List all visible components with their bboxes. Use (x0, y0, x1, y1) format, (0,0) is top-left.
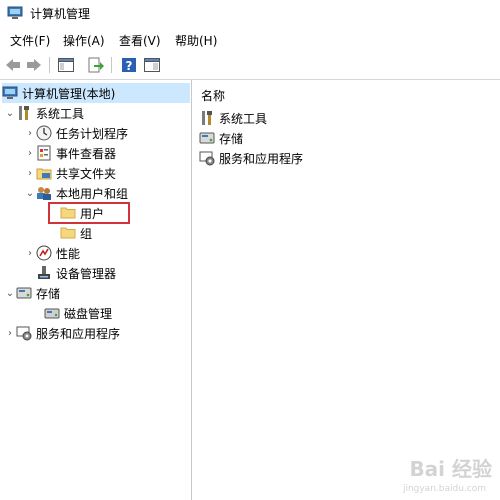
highlight-box (48, 202, 130, 224)
folder-icon (60, 227, 76, 239)
tree-item-local-users-groups[interactable]: ⌄ 本地用户和组 (24, 183, 128, 203)
tree-item-performance[interactable]: › 性能 (24, 243, 80, 263)
performance-icon (36, 245, 52, 261)
tree-item-task-scheduler[interactable]: › 任务计划程序 (24, 123, 128, 143)
event-viewer-icon (37, 145, 51, 161)
tree-item-label: 磁盘管理 (64, 306, 113, 321)
tree-item-label: 任务计划程序 (56, 126, 129, 141)
menu-action[interactable]: 操作(A) (63, 32, 105, 49)
chevron-down-icon[interactable]: ⌄ (4, 103, 16, 123)
tree-item-label: 服务和应用程序 (36, 326, 121, 341)
tree-item-services-apps[interactable]: › 服务和应用程序 (4, 323, 120, 343)
svg-text:?: ? (126, 59, 133, 73)
tree-item-event-viewer[interactable]: › 事件查看器 (24, 143, 116, 163)
list-item-system-tools[interactable]: 系统工具 (199, 108, 267, 128)
toolbar-separator (49, 57, 50, 73)
show-hide-tree-button[interactable] (56, 55, 76, 75)
storage-icon (16, 287, 32, 299)
watermark: Bai 经验 (409, 457, 492, 481)
tools-icon (19, 106, 29, 120)
show-hide-tree-icon (58, 58, 74, 72)
help-button[interactable]: ? (119, 55, 139, 75)
shared-folder-icon (36, 168, 52, 180)
device-manager-icon (38, 266, 50, 279)
tree-item-storage[interactable]: ⌄ 存储 (4, 283, 60, 303)
tree-item-label: 性能 (56, 246, 81, 261)
tree-item-root[interactable]: 计算机管理(本地) (2, 83, 190, 103)
tree-item-device-manager[interactable]: 设备管理器 (36, 263, 116, 283)
tree-item-disk-management[interactable]: 磁盘管理 (44, 303, 112, 323)
forward-arrow-icon (27, 59, 41, 71)
properties-button[interactable] (142, 55, 162, 75)
chevron-down-icon[interactable]: ⌄ (4, 283, 16, 303)
column-header-name[interactable]: 名称 (201, 87, 225, 104)
properties-icon (144, 58, 160, 72)
list-item-storage[interactable]: 存储 (199, 128, 243, 148)
menu-file[interactable]: 文件(F) (10, 32, 50, 49)
computer-management-icon (7, 6, 23, 19)
disk-management-icon (44, 308, 60, 319)
tree-item-label: 事件查看器 (56, 146, 117, 161)
tree-item-label: 共享文件夹 (56, 166, 117, 181)
chevron-right-icon[interactable]: › (24, 243, 36, 263)
list-item-services-apps[interactable]: 服务和应用程序 (199, 148, 303, 168)
tree-item-label: 设备管理器 (56, 266, 117, 281)
list-pane[interactable]: 名称 系统工具 存储 服务和应用程序 (194, 80, 500, 500)
menu-help[interactable]: 帮助(H) (175, 32, 217, 49)
toolbar: ? (0, 51, 500, 80)
help-icon: ? (122, 58, 136, 73)
storage-icon (199, 132, 215, 144)
export-list-icon (88, 57, 104, 73)
tree-item-label: 本地用户和组 (56, 186, 129, 201)
services-icon (199, 151, 215, 166)
list-item-label: 服务和应用程序 (219, 151, 304, 166)
services-icon (16, 326, 32, 341)
back-arrow-icon (6, 59, 20, 71)
export-list-button[interactable] (86, 55, 106, 75)
chevron-right-icon[interactable]: › (24, 123, 36, 143)
window-title: 计算机管理 (30, 7, 91, 21)
chevron-right-icon[interactable]: › (24, 163, 36, 183)
tree-item-label: 系统工具 (36, 106, 85, 121)
menu-view[interactable]: 查看(V) (119, 32, 161, 49)
title-bar: 计算机管理 (0, 0, 500, 27)
tree-item-label: 计算机管理(本地) (22, 86, 116, 101)
list-item-label: 系统工具 (219, 111, 268, 126)
clock-icon (36, 125, 52, 141)
tree-item-groups[interactable]: 组 (60, 223, 92, 243)
forward-button[interactable] (24, 55, 44, 75)
tools-icon (202, 111, 212, 125)
back-button[interactable] (3, 55, 23, 75)
toolbar-separator (111, 57, 112, 73)
tree-item-shared-folders[interactable]: › 共享文件夹 (24, 163, 116, 183)
tree-item-label: 组 (80, 226, 93, 241)
tree-pane[interactable]: 计算机管理(本地) ⌄ 系统工具 › 任务计划程序 › 事件查看器 › 共享文件… (0, 80, 192, 500)
users-group-icon (37, 187, 51, 200)
list-item-label: 存储 (219, 131, 244, 146)
chevron-down-icon[interactable]: ⌄ (24, 183, 36, 203)
chevron-right-icon[interactable]: › (4, 323, 16, 343)
tree-item-system-tools[interactable]: ⌄ 系统工具 (4, 103, 84, 123)
computer-management-icon (2, 86, 18, 99)
watermark-url: jingyan.baidu.com (402, 484, 486, 494)
menu-bar: 文件(F) 操作(A) 查看(V) 帮助(H) (0, 27, 500, 51)
tree-item-label: 存储 (36, 286, 61, 301)
chevron-right-icon[interactable]: › (24, 143, 36, 163)
